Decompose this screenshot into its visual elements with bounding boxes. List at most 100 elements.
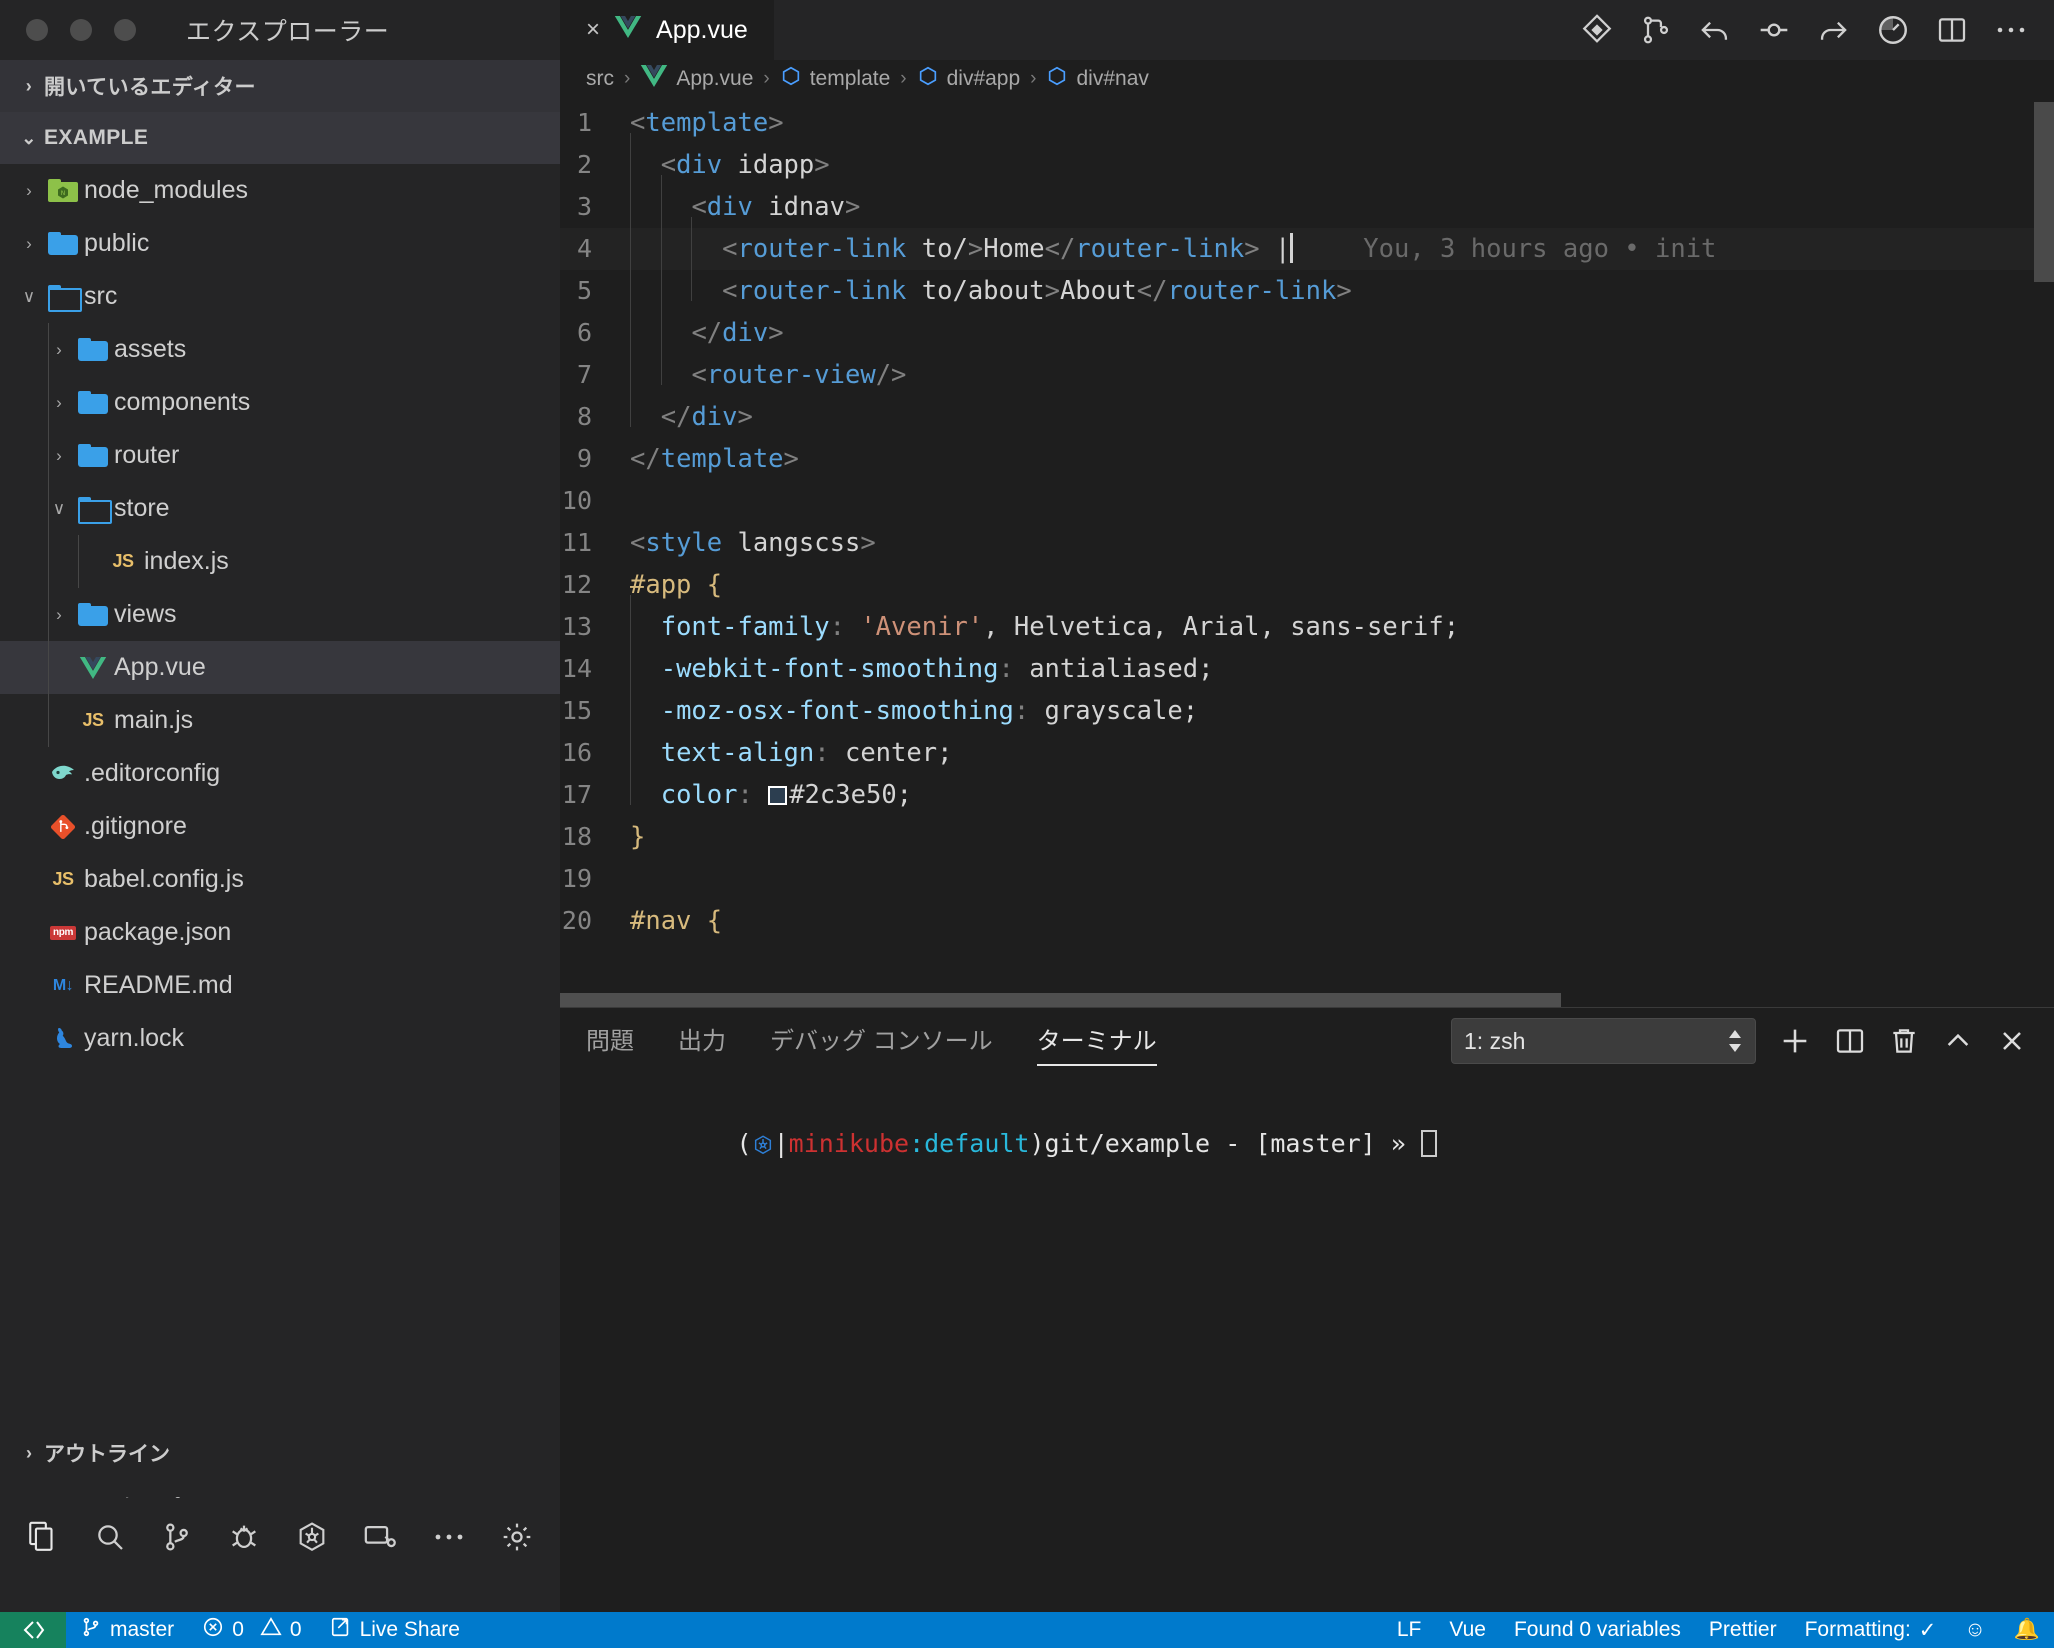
- terminal-output[interactable]: (|minikube:default)git/example - [master…: [560, 1074, 2054, 1612]
- traffic-lights[interactable]: [26, 19, 136, 41]
- editor-tab-app-vue[interactable]: × App.vue: [560, 0, 774, 60]
- vue-icon: [640, 65, 668, 93]
- tree-item-views[interactable]: › views: [0, 588, 560, 641]
- tree-item-src[interactable]: ∨ src: [0, 270, 560, 323]
- tree-item-main-js[interactable]: JS main.js: [0, 694, 560, 747]
- line-number: 16: [561, 738, 592, 767]
- indent-guide: [48, 482, 49, 535]
- status-language-mode[interactable]: Vue: [1435, 1612, 1500, 1648]
- tree-item--gitignore[interactable]: .gitignore: [0, 800, 560, 853]
- kubernetes-icon[interactable]: [295, 1520, 329, 1554]
- search-icon[interactable]: [94, 1521, 126, 1553]
- tree-item-node-modules[interactable]: › Nnode_modules: [0, 164, 560, 217]
- breadcrumb-item-src[interactable]: src: [586, 67, 614, 91]
- tree-item-label: babel.config.js: [84, 865, 244, 893]
- remote-host-icon[interactable]: [0, 1612, 66, 1648]
- editorconfig-icon: [42, 761, 84, 787]
- editor-tabs-bar: × App.vue: [560, 0, 2054, 60]
- files-explorer-icon[interactable]: [26, 1520, 60, 1554]
- tree-item-index-js[interactable]: JS index.js: [0, 535, 560, 588]
- branch-name: master: [110, 1618, 175, 1641]
- tree-item-router[interactable]: › router: [0, 429, 560, 482]
- status-feedback[interactable]: ☺: [1950, 1612, 1999, 1648]
- close-panel-icon[interactable]: [1996, 1025, 2028, 1057]
- more-icon[interactable]: [432, 1531, 466, 1543]
- tree-item-store[interactable]: ∨ store: [0, 482, 560, 535]
- maximize-panel-icon[interactable]: [1942, 1025, 1974, 1057]
- remote-explorer-icon[interactable]: [363, 1520, 397, 1554]
- open-editors-label: 開いているエディター: [44, 76, 256, 99]
- panel-tab-3[interactable]: ターミナル: [1036, 1008, 1157, 1068]
- minimize-window-button[interactable]: [70, 19, 92, 41]
- editor-vertical-scrollbar[interactable]: [2034, 98, 2054, 1007]
- chevron-right-icon[interactable]: ›: [46, 393, 72, 413]
- panel-tab-1[interactable]: 出力: [678, 1008, 726, 1068]
- color-swatch[interactable]: [768, 786, 788, 805]
- kill-terminal-icon[interactable]: [1888, 1025, 1920, 1057]
- tree-item-assets[interactable]: › assets: [0, 323, 560, 376]
- status-formatting[interactable]: Formatting: ✓: [1791, 1612, 1951, 1648]
- code-editor[interactable]: 1 <template> 2 <div idapp> 3 <div idnav> 4 <…: [560, 98, 2054, 1007]
- chevron-right-icon[interactable]: ›: [46, 340, 72, 360]
- indent-guide: [660, 217, 692, 270]
- tree-item-label: router: [114, 441, 180, 469]
- code-line: 15 -moz-osx-font-smoothing: grayscale;: [560, 679, 2054, 732]
- tree-item-components[interactable]: › components: [0, 376, 560, 429]
- chevron-down-icon[interactable]: ∨: [16, 287, 42, 307]
- step-back-icon[interactable]: [1698, 15, 1732, 45]
- status-branch[interactable]: master: [66, 1612, 188, 1648]
- code-line: 13 font-family: 'Avenir', Helvetica, Ari…: [560, 595, 2054, 648]
- breadcrumb-item-template[interactable]: template: [780, 65, 890, 93]
- chevron-right-icon[interactable]: ›: [46, 446, 72, 466]
- add-terminal-icon[interactable]: [1778, 1024, 1812, 1058]
- close-window-button[interactable]: [26, 19, 48, 41]
- source-control-icon[interactable]: [1580, 13, 1614, 47]
- chevron-right-icon[interactable]: ›: [16, 181, 42, 201]
- terminal-selector[interactable]: 1: zsh: [1451, 1018, 1756, 1064]
- tree-item--editorconfig[interactable]: .editorconfig: [0, 747, 560, 800]
- chevron-right-icon[interactable]: ›: [46, 605, 72, 625]
- close-tab-icon[interactable]: ×: [586, 18, 600, 42]
- prompt-pipe: |: [773, 1129, 789, 1158]
- more-actions-icon[interactable]: [1994, 24, 2028, 36]
- breadcrumb-item-app-vue[interactable]: App.vue: [640, 65, 753, 93]
- split-compare-icon[interactable]: [1640, 14, 1672, 46]
- step-forward-icon[interactable]: [1816, 15, 1850, 45]
- status-notifications[interactable]: 🔔: [2000, 1612, 2054, 1648]
- chevron-down-icon: ⌄: [21, 127, 37, 148]
- workspace-section[interactable]: ⌄ EXAMPLE: [0, 112, 560, 164]
- chevron-down-icon[interactable]: ∨: [46, 499, 72, 519]
- tree-item-public[interactable]: › public: [0, 217, 560, 270]
- sidebar-panel-outline[interactable]: › アウトライン: [0, 1426, 560, 1480]
- editor-horizontal-scrollbar[interactable]: [560, 993, 2032, 1007]
- chevron-right-icon[interactable]: ›: [16, 234, 42, 254]
- open-editors-section[interactable]: › 開いているエディター: [0, 60, 560, 112]
- status-prettier[interactable]: Prettier: [1695, 1612, 1791, 1648]
- maximize-window-button[interactable]: [114, 19, 136, 41]
- status-eol[interactable]: LF: [1383, 1612, 1436, 1648]
- timer-icon[interactable]: [1876, 13, 1910, 47]
- breadcrumb-item-div-nav[interactable]: div#nav: [1046, 65, 1149, 93]
- settings-gear-icon[interactable]: [500, 1520, 534, 1554]
- status-found-variables[interactable]: Found 0 variables: [1500, 1612, 1695, 1648]
- debug-icon[interactable]: [227, 1520, 261, 1554]
- split-editor-icon[interactable]: [1936, 14, 1968, 46]
- panel-tab-0[interactable]: 問題: [586, 1008, 634, 1068]
- tree-item-yarn-lock[interactable]: yarn.lock: [0, 1012, 560, 1065]
- breadcrumb-item-div-app[interactable]: div#app: [917, 65, 1020, 93]
- source-control-icon[interactable]: [161, 1521, 193, 1553]
- indent-guide: [48, 641, 49, 694]
- circle-icon[interactable]: [1758, 14, 1790, 46]
- status-live-share[interactable]: Live Share: [316, 1612, 474, 1648]
- indent-guide: [48, 535, 49, 588]
- tree-item-babel-config-js[interactable]: JS babel.config.js: [0, 853, 560, 906]
- indent-guide: [630, 217, 661, 270]
- line-number: 4: [576, 234, 592, 263]
- split-terminal-icon[interactable]: [1834, 1025, 1866, 1057]
- status-problems[interactable]: 0 0: [188, 1612, 315, 1648]
- tree-item-readme-md[interactable]: M↓ README.md: [0, 959, 560, 1012]
- tree-item-package-json[interactable]: npm package.json: [0, 906, 560, 959]
- tree-item-app-vue[interactable]: App.vue: [0, 641, 560, 694]
- panel-tab-2[interactable]: デバッグ コンソール: [770, 1008, 993, 1068]
- tree-item-label: store: [114, 494, 170, 522]
